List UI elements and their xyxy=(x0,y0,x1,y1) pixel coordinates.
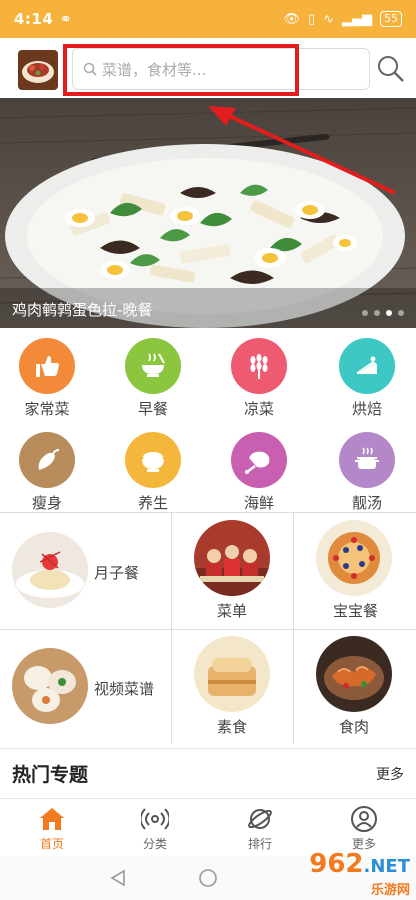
signal-icon: ▂▄▆ xyxy=(342,11,372,27)
watermark-suffix: .NET xyxy=(363,856,410,877)
feature-label: 食肉 xyxy=(339,718,370,736)
soup-pot-icon xyxy=(339,432,395,488)
baby-meal-image xyxy=(316,520,392,596)
tab-home[interactable]: 首页 xyxy=(12,805,92,852)
home-circle-icon[interactable] xyxy=(198,868,218,888)
watermark-brand: 962 xyxy=(309,849,364,879)
feature-baby-meals[interactable]: 宝宝餐 xyxy=(294,512,416,629)
more-link[interactable]: 更多 xyxy=(376,764,404,784)
planet-icon xyxy=(246,805,274,833)
category-baking[interactable]: 烘焙 xyxy=(327,338,407,419)
system-nav-bar: 962.NET 乐游网 xyxy=(0,849,416,900)
tab-more[interactable]: 更多 xyxy=(324,805,404,852)
watermark: 962.NET 乐游网 xyxy=(309,849,410,898)
feature-label: 月子餐 xyxy=(94,564,140,582)
back-icon[interactable] xyxy=(108,868,128,888)
pepper-icon xyxy=(19,432,75,488)
rice-bowl-icon xyxy=(125,432,181,488)
carousel-dots xyxy=(362,310,404,316)
banner-caption: 鸡肉鹌鹑蛋色拉-晚餐 xyxy=(12,301,153,319)
broadcast-icon xyxy=(139,805,171,833)
wifi-icon: ∿ xyxy=(323,11,334,27)
search-highlight-box xyxy=(63,44,299,96)
feature-label: 素食 xyxy=(217,718,248,736)
banner-carousel[interactable]: 鸡肉鹌鹑蛋色拉-晚餐 xyxy=(0,98,416,328)
feature-label: 菜单 xyxy=(217,602,248,620)
feature-vegetarian[interactable]: 素食 xyxy=(172,630,293,744)
thumbs-up-icon xyxy=(19,338,75,394)
category-slimming[interactable]: 瘦身 xyxy=(7,432,87,513)
tab-categories[interactable]: 分类 xyxy=(115,805,195,852)
app-header: 菜谱，食材等... xyxy=(0,38,416,98)
category-seafood[interactable]: 海鲜 xyxy=(219,432,299,513)
tab-ranking[interactable]: 排行 xyxy=(220,805,300,852)
feature-label: 视频菜谱 xyxy=(94,680,155,698)
vegetarian-image xyxy=(194,636,270,712)
app-logo[interactable] xyxy=(18,50,58,90)
postpartum-meal-image xyxy=(12,532,88,608)
category-breakfast[interactable]: 早餐 xyxy=(113,338,193,419)
category-soup[interactable]: 靓汤 xyxy=(327,432,407,513)
hot-topics-header: 热门专题 更多 xyxy=(0,748,416,798)
cake-icon xyxy=(339,338,395,394)
user-icon xyxy=(350,805,378,833)
category-cold-dishes[interactable]: 凉菜 xyxy=(219,338,299,419)
meat-image xyxy=(316,636,392,712)
bowl-icon xyxy=(125,338,181,394)
status-time: 4:14 xyxy=(14,10,54,28)
search-icon xyxy=(378,56,404,82)
carousel-dot[interactable] xyxy=(362,310,368,316)
ham-icon xyxy=(231,432,287,488)
status-bar: 4:14 ⚭ 👁 ▯ ∿ ▂▄▆ 55 xyxy=(0,0,416,38)
home-icon xyxy=(38,805,66,833)
headset-icon: ⚭ xyxy=(59,10,72,28)
carousel-dot[interactable] xyxy=(374,310,380,316)
search-button[interactable] xyxy=(376,54,406,84)
carousel-dot[interactable] xyxy=(398,310,404,316)
battery-indicator: 55 xyxy=(380,11,402,27)
feature-postpartum-meals[interactable]: 月子餐 xyxy=(0,512,171,629)
category-home-cooking[interactable]: 家常菜 xyxy=(7,338,87,419)
search-box[interactable]: 菜谱，食材等... xyxy=(63,44,370,96)
feature-meat[interactable]: 食肉 xyxy=(294,630,416,744)
feature-menu[interactable]: 菜单 xyxy=(172,512,293,629)
menu-image xyxy=(194,520,270,596)
carousel-dot-active[interactable] xyxy=(386,310,392,316)
video-recipe-image xyxy=(12,648,88,724)
section-title: 热门专题 xyxy=(12,764,89,786)
wheat-icon xyxy=(231,338,287,394)
feature-label: 宝宝餐 xyxy=(333,602,379,620)
eye-icon: 👁 xyxy=(283,11,300,27)
watermark-sub: 乐游网 xyxy=(370,883,410,898)
banner-image xyxy=(0,98,416,328)
vibrate-icon: ▯ xyxy=(307,11,316,27)
feature-video-recipes[interactable]: 视频菜谱 xyxy=(0,630,171,744)
category-health[interactable]: 养生 xyxy=(113,432,193,513)
bottom-tab-bar: 首页 分类 排行 更多 xyxy=(0,798,416,856)
